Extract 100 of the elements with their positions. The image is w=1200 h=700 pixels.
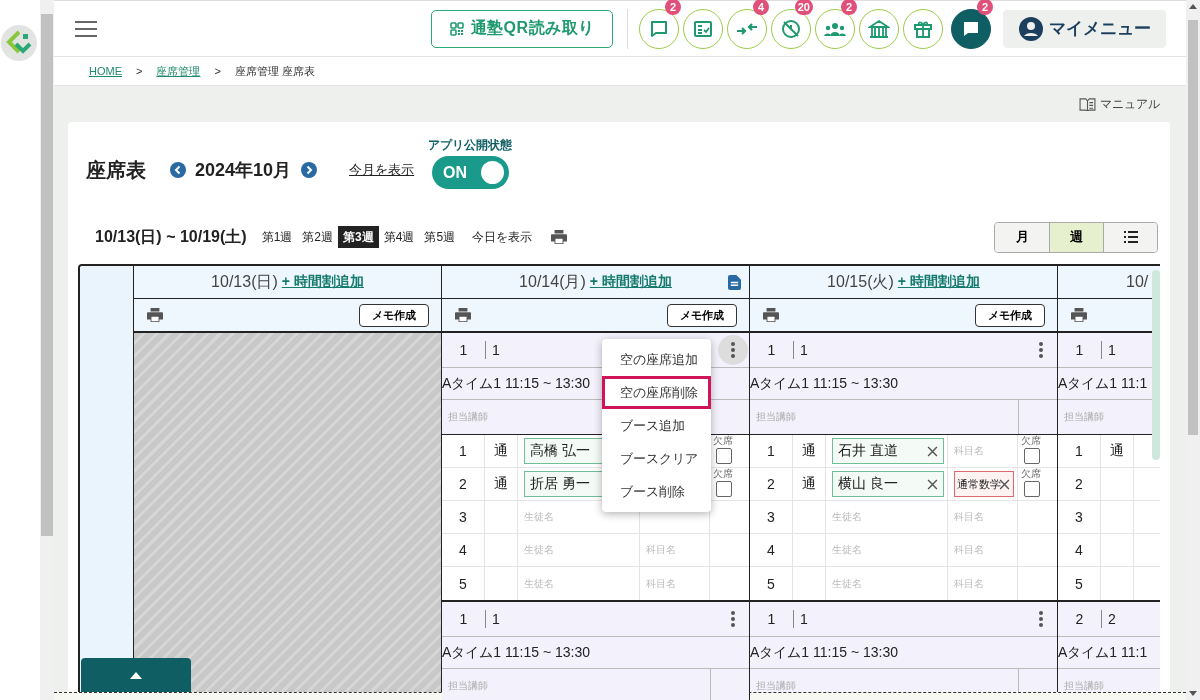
seat-number: 5	[750, 567, 793, 600]
list-view-button[interactable]	[1103, 222, 1157, 252]
scrollbar[interactable]	[40, 0, 54, 700]
dots-icon	[1039, 611, 1043, 627]
breadcrumb-separator: >	[214, 65, 221, 77]
document-icon[interactable]	[728, 275, 741, 290]
add-timetable-link[interactable]: + 時間割追加	[589, 273, 672, 291]
print-icon[interactable]	[762, 307, 780, 323]
seat-number: 3	[750, 501, 793, 533]
user-icon	[1018, 16, 1043, 41]
subject-text: 通常数学	[957, 476, 1001, 492]
print-icon[interactable]	[454, 307, 472, 323]
close-icon[interactable]	[927, 445, 938, 457]
scrollbar[interactable]	[1186, 0, 1200, 700]
seat-number: 4	[442, 534, 485, 566]
today-link[interactable]: 今日を表示	[472, 228, 533, 246]
this-month-link[interactable]: 今月を表示	[349, 161, 415, 179]
create-memo-button[interactable]: メモ作成	[667, 303, 737, 327]
dots-icon	[731, 611, 735, 627]
icon-button[interactable]	[683, 8, 723, 49]
book-icon	[1079, 97, 1096, 111]
close-icon[interactable]	[999, 479, 1010, 490]
icon-button[interactable]	[859, 8, 899, 49]
absent-checkbox[interactable]	[1024, 448, 1040, 464]
week-tab[interactable]: 第5週	[419, 226, 461, 248]
seat-number: 5	[1058, 567, 1101, 600]
booth-name: 1	[799, 611, 808, 627]
checklist-icon	[693, 18, 713, 39]
more-button[interactable]	[718, 335, 748, 365]
toggle-switch[interactable]: ON	[431, 156, 509, 189]
booth-name: 2	[1107, 611, 1116, 627]
next-icon[interactable]	[301, 162, 318, 178]
month-label: 2024年10月	[195, 159, 292, 182]
week-tab[interactable]: 第1週	[256, 226, 298, 248]
absent-label: 欠席	[713, 468, 733, 479]
scrollbar[interactable]	[1152, 270, 1160, 460]
attendance-type: 通	[1110, 442, 1124, 460]
booth-number: 1	[442, 610, 486, 628]
manual-link[interactable]: マニュアル	[1079, 95, 1160, 113]
qr-scan-button[interactable]: 通塾QR読み取り	[431, 9, 613, 48]
booth-number: 1	[750, 341, 794, 359]
breadcrumb-current: 座席管理 座席表	[234, 63, 315, 79]
previous-icon[interactable]	[170, 162, 186, 178]
absent-checkbox[interactable]	[716, 448, 732, 464]
time-slot: Aタイム1 11:1	[1058, 636, 1160, 669]
absent-label: 欠席	[1021, 468, 1041, 479]
menu-item[interactable]: 空の座席削除	[602, 376, 711, 409]
add-timetable-link[interactable]: + 時間割追加	[897, 273, 980, 291]
icon-button[interactable]	[903, 8, 943, 49]
scroll-down-icon[interactable]	[1189, 691, 1197, 696]
time-slot: Aタイム1 11:15 ~ 13:30	[442, 636, 749, 669]
create-memo-button[interactable]: メモ作成	[359, 303, 429, 327]
seat-number: 2	[750, 468, 793, 500]
absent-label: 欠席	[1021, 435, 1041, 446]
create-memo-button[interactable]: メモ作成	[975, 303, 1045, 327]
menu-item[interactable]: ブースクリア	[602, 442, 711, 475]
print-icon[interactable]	[1070, 307, 1088, 323]
menu-item[interactable]: ブース削除	[602, 475, 711, 508]
list-icon	[1123, 231, 1138, 243]
absent-checkbox[interactable]	[1024, 481, 1040, 497]
booth-name: 1	[1107, 342, 1116, 358]
breadcrumb-link[interactable]: 座席管理	[156, 63, 201, 79]
day-date: 10/14(月)	[519, 271, 586, 292]
booth-name: 1	[491, 342, 500, 358]
week-tab[interactable]: 第3週	[338, 226, 379, 248]
breadcrumb-link[interactable]: HOME	[89, 65, 122, 77]
student-chip[interactable]: 石井 直道	[832, 438, 944, 464]
page-title: 座席表	[86, 157, 146, 183]
logo-icon[interactable]	[1, 25, 37, 61]
view-button[interactable]: 月	[995, 222, 1049, 252]
print-icon[interactable]	[146, 307, 164, 323]
menu-item[interactable]: 空の座席追加	[602, 343, 711, 376]
qr-code-icon	[449, 21, 464, 36]
booth-number: 1	[1058, 341, 1102, 359]
clock-off-icon	[781, 18, 801, 39]
seat-number: 2	[442, 468, 485, 500]
count-badge: 4	[753, 0, 769, 15]
seat-number: 3	[442, 501, 485, 533]
absent-checkbox[interactable]	[716, 481, 732, 497]
add-timetable-link[interactable]: + 時間割追加	[281, 273, 364, 291]
booth-number: 1	[750, 610, 794, 628]
count-badge: 2	[977, 0, 993, 15]
triangle-up-icon	[130, 671, 142, 679]
scroll-up-icon[interactable]	[1189, 4, 1197, 9]
attendance-type: 通	[802, 442, 816, 460]
breadcrumb-separator: >	[136, 65, 143, 77]
close-icon[interactable]	[927, 478, 938, 490]
print-icon[interactable]	[550, 229, 569, 245]
week-tab[interactable]: 第2週	[297, 226, 338, 248]
week-tab[interactable]: 第4週	[378, 226, 420, 248]
count-badge: 2	[841, 0, 857, 15]
dots-icon	[731, 342, 735, 358]
subject-chip[interactable]: 通常数学	[954, 471, 1014, 497]
menu-icon[interactable]	[75, 20, 97, 37]
menu-item[interactable]: ブース追加	[602, 409, 711, 442]
day-date: 10/15(火)	[827, 271, 894, 292]
student-chip[interactable]: 横山 良一	[832, 471, 944, 497]
view-button[interactable]: 週	[1049, 222, 1103, 252]
time-slot: Aタイム1 11:15 ~ 13:30	[750, 636, 1057, 669]
my-menu-button[interactable]: マイメニュー	[1003, 9, 1166, 48]
